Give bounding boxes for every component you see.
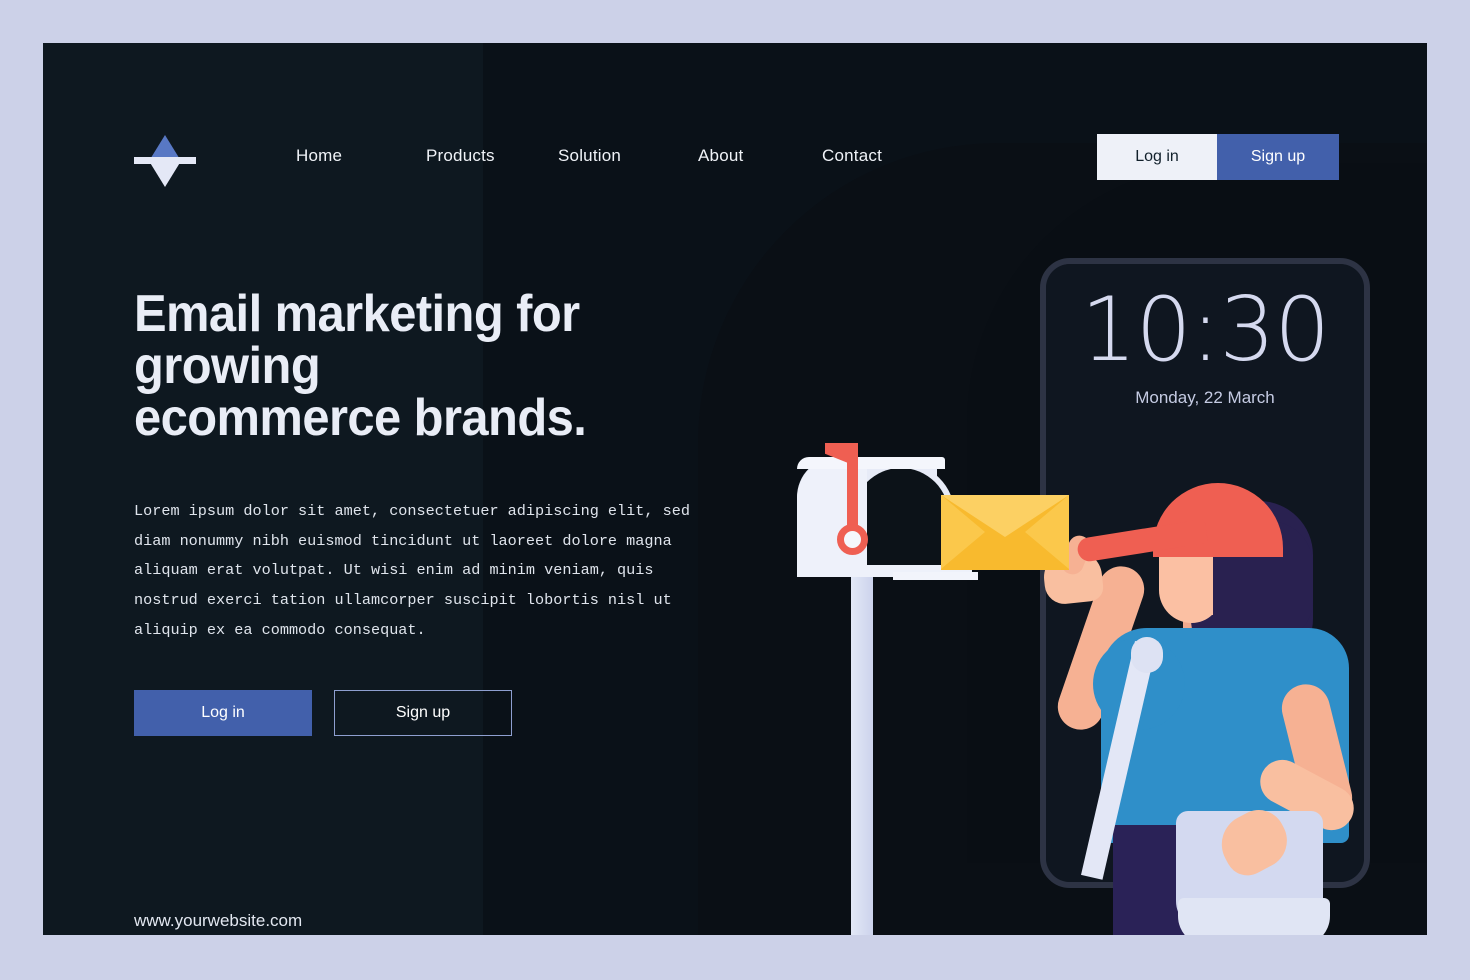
cta-row: Log in Sign up — [134, 690, 814, 737]
phone-clock-date: Monday, 22 March — [1135, 388, 1275, 407]
mailbox-top-strip — [797, 457, 945, 469]
logo-horizontal-bar — [134, 157, 196, 164]
carrier-bag-strap-top — [1131, 637, 1163, 673]
hero-copy: Email marketing for growing ecommerce br… — [134, 285, 814, 737]
nav-login-button[interactable]: Log in — [1097, 134, 1217, 180]
logo-bottom-triangle — [149, 161, 181, 187]
nav-item-about[interactable]: About — [698, 146, 822, 166]
nav-signup-button[interactable]: Sign up — [1217, 134, 1339, 180]
hero-signup-button[interactable]: Sign up — [334, 690, 512, 737]
nav-item-solution[interactable]: Solution — [558, 146, 698, 166]
mailbox-post — [851, 566, 873, 935]
nav-item-contact[interactable]: Contact — [822, 146, 932, 166]
envelope-icon — [941, 495, 1069, 570]
landing-page: Home Products Solution About Contact Log… — [0, 0, 1470, 980]
nav-item-home[interactable]: Home — [296, 146, 426, 166]
hero-login-button[interactable]: Log in — [134, 690, 312, 737]
mailbox-door-lip — [893, 572, 978, 580]
mail-carrier-illustration — [1041, 473, 1427, 935]
nav-item-products[interactable]: Products — [426, 146, 558, 166]
mailbox-opening — [853, 468, 949, 570]
mailbox-flag-knob — [837, 524, 868, 555]
diamond-logo-icon[interactable] — [134, 135, 196, 187]
phone-clock-time: 10:30 — [1080, 278, 1331, 381]
envelope-flap — [941, 495, 1069, 537]
carrier-bag-flap — [1178, 898, 1330, 935]
nav-links: Home Products Solution About Contact — [296, 146, 932, 166]
website-url[interactable]: www.yourwebsite.com — [134, 911, 302, 931]
hero-section: Home Products Solution About Contact Log… — [43, 43, 1427, 935]
page-title: Email marketing for growing ecommerce br… — [134, 285, 587, 447]
hero-description: Lorem ipsum dolor sit amet, consectetuer… — [134, 502, 690, 639]
nav-actions: Log in Sign up — [1097, 134, 1339, 180]
navbar: Home Products Solution About Contact Log… — [43, 43, 1427, 193]
